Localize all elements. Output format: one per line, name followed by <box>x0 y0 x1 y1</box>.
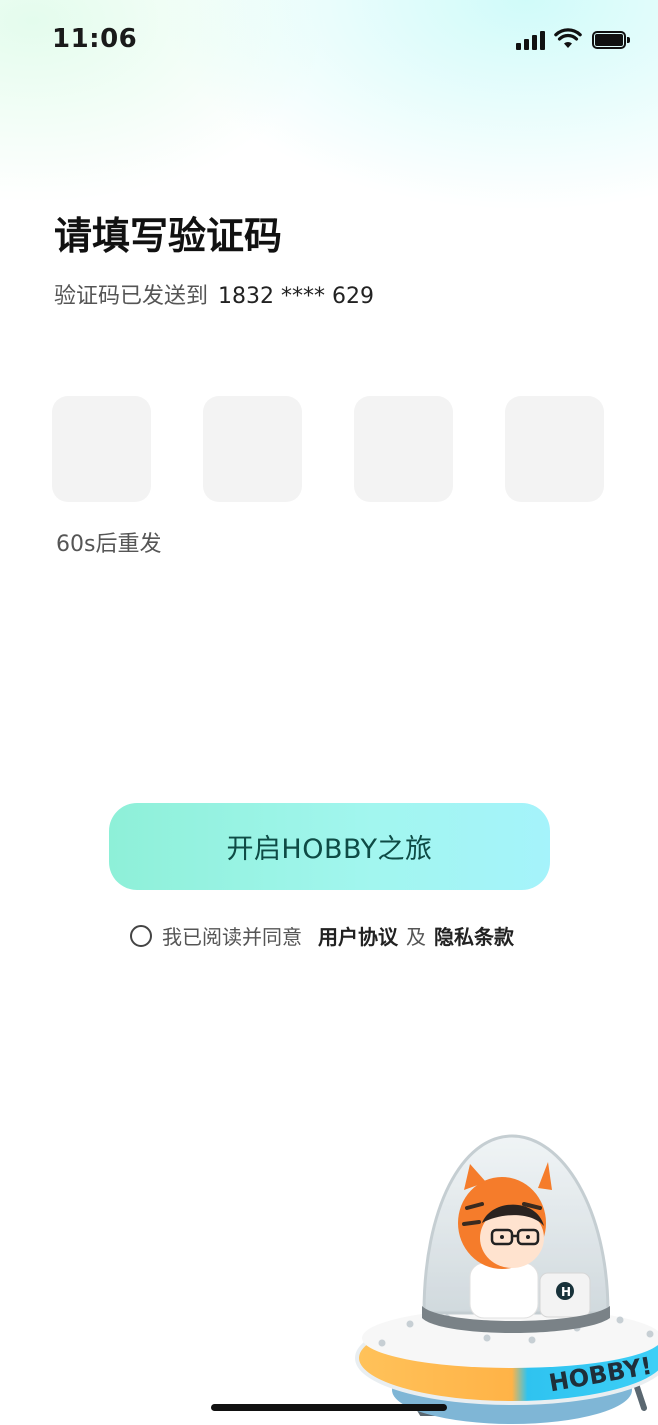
resend-countdown[interactable]: 60s后重发 <box>56 526 161 558</box>
code-digit-box-2[interactable] <box>203 396 302 502</box>
verification-code-input[interactable] <box>52 396 606 502</box>
code-digit-box-3[interactable] <box>354 396 453 502</box>
status-bar: 11:06 <box>0 0 658 80</box>
code-digit-box-1[interactable] <box>52 396 151 502</box>
mascot-badge-letter: H <box>561 1285 571 1299</box>
privacy-policy-link[interactable]: 隐私条款 <box>434 921 514 950</box>
agree-radio[interactable] <box>130 924 152 947</box>
status-time: 11:06 <box>52 24 138 54</box>
hobby-mascot-ufo-illustration: HOBBY! H <box>355 1134 658 1424</box>
start-hobby-journey-button[interactable]: 开启HOBBY之旅 <box>109 803 550 890</box>
battery-icon <box>592 31 630 49</box>
page-title: 请填写验证码 <box>54 214 283 258</box>
masked-phone-number: 1832 **** 629 <box>218 284 374 309</box>
agreement-conjunction: 及 <box>406 925 426 949</box>
code-digit-box-4[interactable] <box>505 396 604 502</box>
agreement-row: 我已阅读并同意 用户协议及隐私条款 <box>130 921 514 950</box>
cellular-signal-icon <box>516 30 545 50</box>
code-sent-subtitle: 验证码已发送到 1832 **** 629 <box>54 278 374 310</box>
user-agreement-link[interactable]: 用户协议 <box>318 921 398 950</box>
home-indicator[interactable] <box>211 1404 447 1411</box>
subtitle-prefix: 验证码已发送到 <box>54 284 209 309</box>
agree-prefix: 我已阅读并同意 <box>162 925 302 949</box>
wifi-icon <box>554 28 582 48</box>
